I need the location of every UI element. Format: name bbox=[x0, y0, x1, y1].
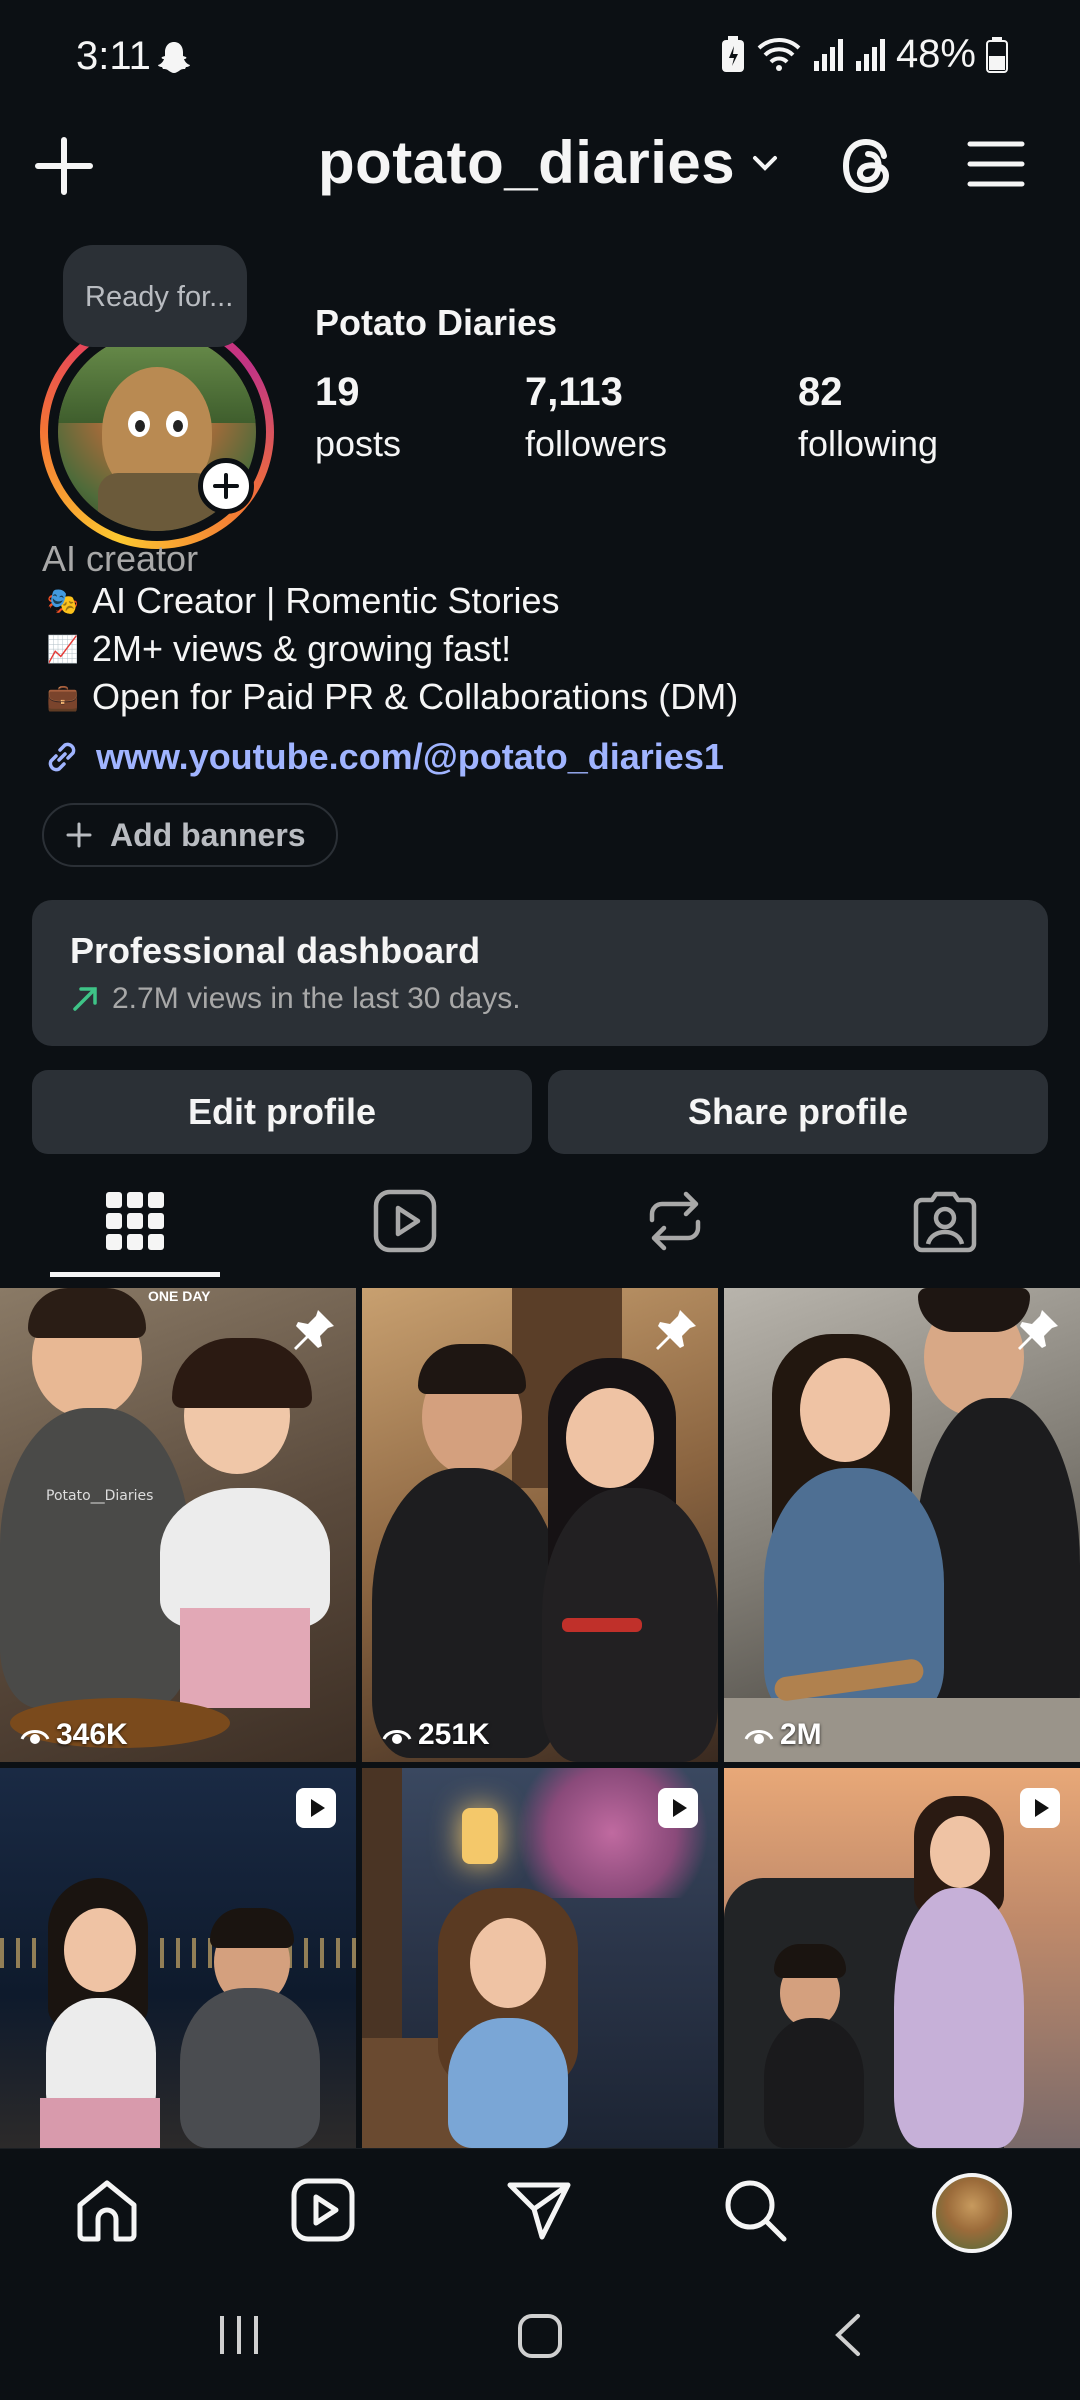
add-banners-button[interactable]: Add banners bbox=[42, 803, 338, 867]
dashboard-title: Professional dashboard bbox=[70, 930, 481, 971]
send-icon[interactable] bbox=[504, 2175, 574, 2245]
threads-icon[interactable] bbox=[836, 128, 902, 204]
reel-icon bbox=[658, 1788, 698, 1828]
eye-icon bbox=[382, 1730, 412, 1744]
posts-value: 19 bbox=[315, 370, 360, 414]
status-time: 3:11 bbox=[76, 34, 151, 78]
following-value: 82 bbox=[798, 370, 843, 414]
post-tile[interactable] bbox=[362, 1768, 718, 2148]
plus-icon bbox=[66, 822, 92, 848]
profile-nav-avatar[interactable] bbox=[932, 2173, 1012, 2253]
following-count[interactable]: 82 following bbox=[798, 370, 938, 465]
followers-value: 7,113 bbox=[525, 370, 623, 414]
grid-icon[interactable] bbox=[100, 1186, 170, 1256]
post-tile[interactable] bbox=[724, 1768, 1080, 2148]
share-profile-button[interactable]: Share profile bbox=[548, 1070, 1048, 1154]
post-tile[interactable] bbox=[0, 1768, 356, 2148]
view-count: 2M bbox=[744, 1718, 822, 1752]
recent-apps-icon[interactable] bbox=[216, 2312, 262, 2358]
bio-line: 📈 2M+ views & growing fast! bbox=[42, 628, 511, 670]
pin-icon bbox=[294, 1310, 334, 1350]
trend-up-icon bbox=[73, 987, 97, 1011]
reels-nav-icon[interactable] bbox=[288, 2175, 358, 2245]
profile-avatar[interactable] bbox=[40, 315, 274, 549]
following-label: following bbox=[798, 423, 939, 464]
views-text: 251K bbox=[418, 1718, 490, 1751]
reel-icon bbox=[1020, 1788, 1060, 1828]
post-overlay-text: ONE DAY bbox=[148, 1288, 211, 1304]
chevron-down-icon bbox=[753, 155, 778, 171]
reel-icon bbox=[296, 1788, 336, 1828]
username-title: potato_diaries bbox=[318, 129, 736, 196]
bio-line: 🎭 AI Creator | Romentic Stories bbox=[42, 580, 560, 622]
display-name: Potato Diaries bbox=[315, 302, 558, 343]
add-banners-label: Add banners bbox=[110, 816, 306, 853]
profile-link[interactable]: www.youtube.com/@potato_diaries1 bbox=[42, 736, 724, 778]
followers-count[interactable]: 7,113 followers bbox=[525, 370, 667, 465]
reels-icon[interactable] bbox=[370, 1186, 440, 1256]
battery-saver-icon bbox=[721, 35, 744, 72]
reposts-icon[interactable] bbox=[640, 1186, 710, 1256]
views-text: 346K bbox=[56, 1718, 128, 1751]
tagged-icon[interactable] bbox=[910, 1186, 980, 1256]
dashboard-subtitle: 2.7M views in the last 30 days. bbox=[112, 982, 521, 1015]
status-icons: 48% bbox=[720, 32, 1008, 77]
edit-profile-button[interactable]: Edit profile bbox=[32, 1070, 532, 1154]
post-tile[interactable]: ONE DAY Potato__Diaries 346K bbox=[0, 1288, 356, 1762]
note-bubble[interactable]: Ready for... bbox=[63, 245, 247, 347]
posts-count[interactable]: 19 posts bbox=[315, 370, 401, 465]
signal-icon-2 bbox=[855, 38, 885, 71]
status-bar: 3:11 48% bbox=[0, 0, 1080, 118]
views-text: 2M bbox=[780, 1718, 822, 1751]
followers-label: followers bbox=[525, 423, 668, 464]
bio-text: 2M+ views & growing fast! bbox=[92, 628, 512, 669]
account-switcher[interactable]: potato_diaries bbox=[318, 128, 781, 197]
note-text: Ready for... bbox=[85, 281, 234, 313]
bottom-navigation bbox=[0, 2148, 1080, 2272]
link-text: www.youtube.com/@potato_diaries1 bbox=[96, 736, 724, 777]
home-icon[interactable] bbox=[72, 2175, 142, 2245]
snapchat-icon bbox=[158, 42, 190, 73]
signal-icon-1 bbox=[813, 38, 843, 71]
active-tab-indicator bbox=[50, 1272, 220, 1277]
search-icon[interactable] bbox=[720, 2175, 790, 2245]
pin-icon bbox=[1018, 1310, 1058, 1350]
eye-icon bbox=[744, 1730, 774, 1744]
bio-line: 💼 Open for Paid PR & Collaborations (DM) bbox=[42, 676, 738, 718]
profile-tabs bbox=[0, 1170, 1080, 1282]
posts-label: posts bbox=[315, 423, 402, 464]
theater-masks-icon: 🎭 bbox=[46, 586, 80, 616]
category-label: AI creator bbox=[42, 538, 199, 579]
wifi-icon bbox=[757, 37, 801, 71]
chart-increasing-icon: 📈 bbox=[46, 634, 80, 664]
view-count: 251K bbox=[382, 1718, 490, 1752]
bio-text: AI Creator | Romentic Stories bbox=[92, 580, 560, 621]
shirt-text: Potato__Diaries bbox=[46, 1488, 154, 1504]
link-icon bbox=[48, 742, 76, 772]
add-story-button[interactable] bbox=[198, 458, 254, 514]
professional-dashboard[interactable]: Professional dashboard 2.7M views in the… bbox=[32, 900, 1048, 1046]
view-count: 346K bbox=[20, 1718, 128, 1752]
battery-icon bbox=[986, 36, 1008, 73]
create-plus-icon[interactable] bbox=[30, 132, 98, 200]
posts-grid: ONE DAY Potato__Diaries 346K 251K 2M bbox=[0, 1288, 1080, 2148]
briefcase-icon: 💼 bbox=[46, 682, 80, 712]
back-icon[interactable] bbox=[826, 2312, 872, 2358]
post-tile[interactable]: 251K bbox=[362, 1288, 718, 1762]
post-tile[interactable]: 2M bbox=[724, 1288, 1080, 1762]
battery-percent: 48% bbox=[895, 32, 976, 76]
menu-icon[interactable] bbox=[966, 134, 1026, 194]
system-navigation bbox=[0, 2272, 1080, 2400]
eye-icon bbox=[20, 1730, 50, 1744]
home-button-icon[interactable] bbox=[516, 2312, 564, 2360]
bio-text: Open for Paid PR & Collaborations (DM) bbox=[92, 676, 739, 717]
pin-icon bbox=[656, 1310, 696, 1350]
